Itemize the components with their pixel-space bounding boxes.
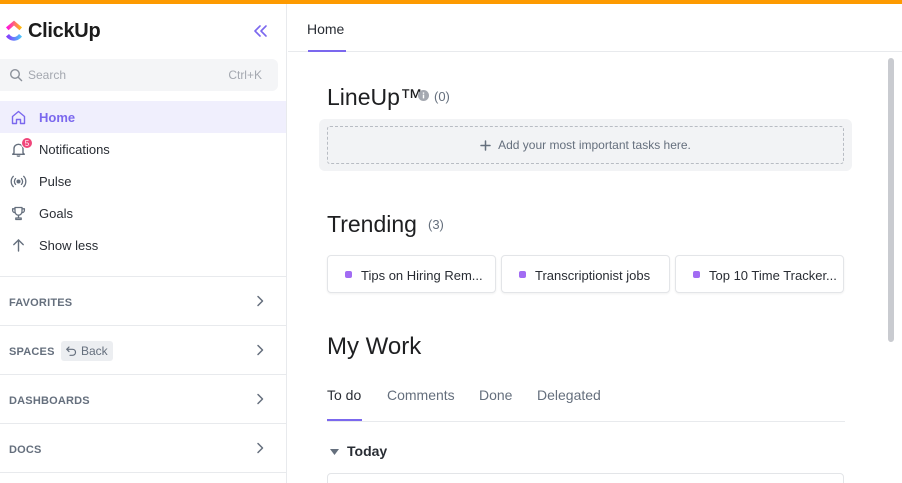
vertical-scrollbar[interactable]: [888, 58, 894, 342]
section-label: SPACES: [9, 346, 55, 358]
clickup-logo[interactable]: ClickUp: [4, 18, 101, 44]
sidebar-item-pulse[interactable]: Pulse: [0, 165, 286, 197]
sidebar-item-label: Pulse: [39, 174, 72, 189]
task-status-dot: [519, 271, 526, 278]
back-label: Back: [81, 344, 108, 358]
tab-active-indicator: [308, 50, 346, 52]
search-shortcut: Ctrl+K: [228, 68, 262, 82]
today-task-list: [327, 473, 844, 483]
undo-arrow-icon: [66, 346, 77, 356]
trending-card-label: Tips on Hiring Rem...: [361, 268, 483, 283]
header-tabbar: Home: [288, 4, 902, 52]
tab-home[interactable]: Home: [307, 21, 344, 37]
section-spaces[interactable]: SPACES Back: [0, 325, 286, 374]
group-today-label[interactable]: Today: [347, 443, 387, 459]
back-button[interactable]: Back: [61, 341, 113, 361]
section-dashboards[interactable]: DASHBOARDS: [0, 374, 286, 423]
trophy-icon: [11, 206, 26, 221]
lineup-count: (0): [434, 89, 450, 104]
trending-card[interactable]: Tips on Hiring Rem...: [327, 255, 496, 293]
add-lineup-task-button[interactable]: Add your most important tasks here.: [327, 126, 844, 164]
sidebar-item-label: Show less: [39, 238, 99, 253]
search-icon: [9, 68, 23, 82]
trending-card[interactable]: Top 10 Time Tracker...: [675, 255, 844, 293]
search-placeholder: Search: [28, 68, 67, 82]
tab-to-do[interactable]: To do: [327, 387, 361, 403]
lineup-placeholder: Add your most important tasks here.: [498, 138, 691, 152]
task-status-dot: [693, 271, 700, 278]
sidebar-item-label: Goals: [39, 206, 73, 221]
tab-comments[interactable]: Comments: [387, 387, 455, 403]
my-work-tabs: To do Comments Done Delegated: [327, 378, 845, 422]
plus-icon: [480, 139, 491, 151]
collapse-sidebar-icon[interactable]: [250, 21, 270, 41]
sidebar-divider: [0, 472, 286, 483]
sidebar-item-goals[interactable]: Goals: [0, 197, 286, 229]
section-docs[interactable]: DOCS: [0, 423, 286, 472]
lineup-panel: Add your most important tasks here.: [319, 119, 852, 171]
sidebar-item-label: Home: [39, 110, 76, 125]
home-icon: [11, 110, 26, 125]
section-label: FAVORITES: [9, 297, 73, 309]
tab-active-indicator: [327, 419, 362, 421]
my-work-title: My Work: [327, 333, 422, 360]
chevron-right-icon[interactable]: [253, 294, 267, 308]
notification-badge: 5: [21, 137, 33, 149]
trending-card-label: Top 10 Time Tracker...: [709, 268, 837, 283]
trending-card-label: Transcriptionist jobs: [535, 268, 651, 283]
trending-count: (3): [428, 217, 444, 232]
trending-card[interactable]: Transcriptionist jobs: [501, 255, 670, 293]
info-icon[interactable]: [418, 90, 429, 101]
caret-down-icon[interactable]: [330, 449, 339, 455]
sidebar-item-notifications[interactable]: 5 Notifications: [0, 133, 286, 165]
section-label: DASHBOARDS: [9, 395, 90, 407]
task-status-dot: [345, 271, 352, 278]
section-label: DOCS: [9, 444, 42, 456]
clickup-logo-icon: [6, 20, 22, 41]
chevron-right-icon[interactable]: [253, 392, 267, 406]
section-favorites[interactable]: FAVORITES: [0, 276, 286, 325]
arrow-up-icon: [13, 239, 24, 252]
trending-title: Trending: [327, 211, 417, 237]
sidebar-item-show-less[interactable]: Show less: [0, 229, 286, 261]
lineup-title: LineUp™: [327, 84, 423, 110]
tab-delegated[interactable]: Delegated: [537, 387, 601, 403]
tab-done[interactable]: Done: [479, 387, 512, 403]
pulse-icon: [10, 175, 27, 188]
app-name: ClickUp: [28, 19, 101, 42]
search-input[interactable]: Search Ctrl+K: [0, 59, 278, 91]
chevron-right-icon[interactable]: [253, 441, 267, 455]
chevron-right-icon[interactable]: [253, 343, 267, 357]
sidebar-item-label: Notifications: [39, 142, 110, 157]
sidebar: ClickUp Search Ctrl+K Home 5 Notificatio…: [0, 4, 287, 483]
sidebar-item-home[interactable]: Home: [0, 101, 286, 133]
